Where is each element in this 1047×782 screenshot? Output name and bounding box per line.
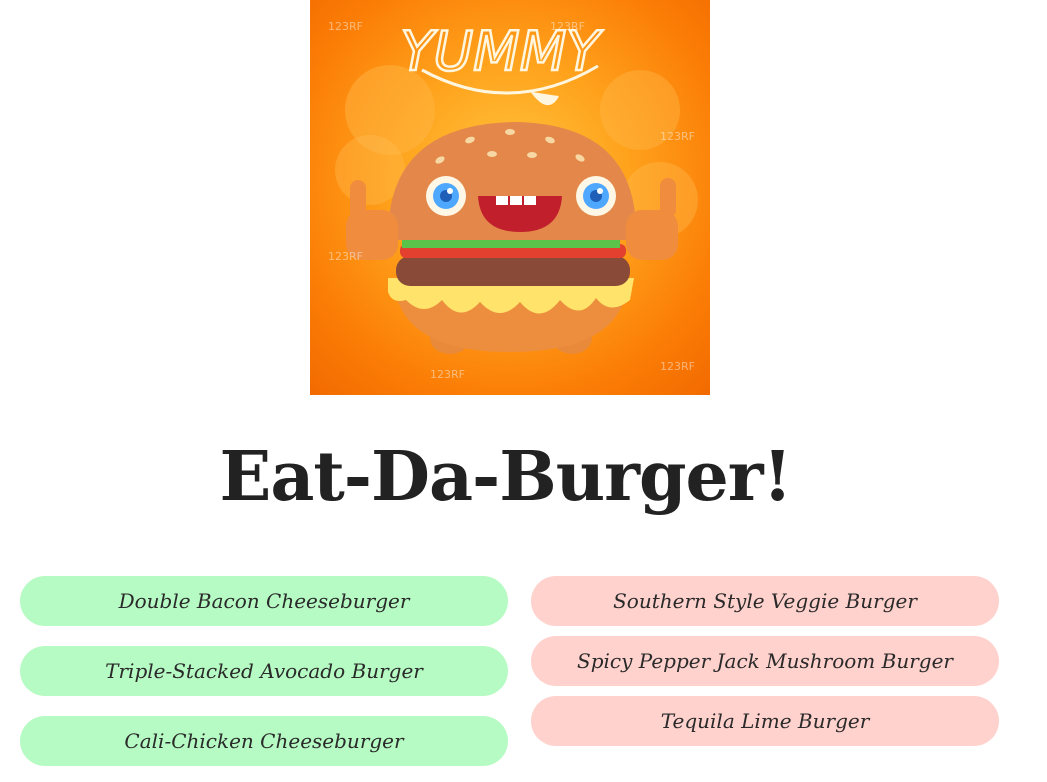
devoured-list: Southern Style Veggie Burger Spicy Peppe… [531, 576, 999, 756]
svg-text:123RF: 123RF [660, 130, 695, 143]
burger-button-spicy-pepper-jack-mushroom-burger[interactable]: Spicy Pepper Jack Mushroom Burger [531, 636, 999, 686]
burger-button-triple-stacked-avocado-burger[interactable]: Triple-Stacked Avocado Burger [20, 646, 508, 696]
svg-text:123RF: 123RF [550, 20, 585, 33]
hero-burger-image: YUMMY 123RF 123RF 123RF 123RF 123RF 123R… [310, 0, 710, 395]
not-devoured-list: Double Bacon Cheeseburger Triple-Stacked… [20, 576, 508, 782]
burger-button-cali-chicken-cheeseburger[interactable]: Cali-Chicken Cheeseburger [20, 716, 508, 766]
burger-button-southern-style-veggie-burger[interactable]: Southern Style Veggie Burger [531, 576, 999, 626]
svg-text:123RF: 123RF [328, 20, 363, 33]
svg-text:123RF: 123RF [430, 368, 465, 381]
page-title: Eat-Da-Burger! [219, 437, 792, 517]
burger-button-tequila-lime-burger[interactable]: Tequila Lime Burger [531, 696, 999, 746]
burger-button-double-bacon-cheeseburger[interactable]: Double Bacon Cheeseburger [20, 576, 508, 626]
page: YUMMY 123RF 123RF 123RF 123RF 123RF 123R… [0, 0, 1047, 782]
svg-text:123RF: 123RF [328, 250, 363, 263]
svg-text:123RF: 123RF [660, 360, 695, 373]
